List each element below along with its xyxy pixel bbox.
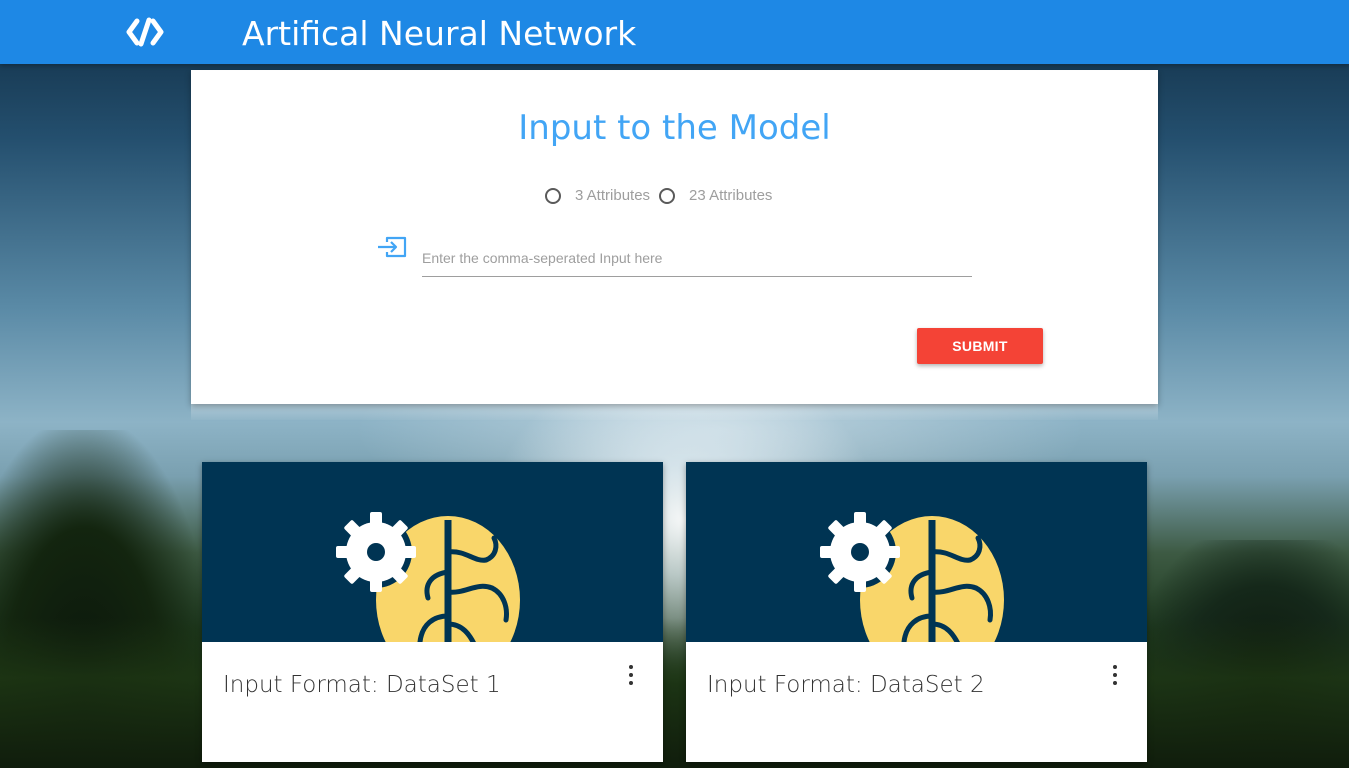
brain-gear-icon (820, 512, 1004, 642)
brain-gear-icon (336, 512, 520, 642)
attribute-radio-group: 3 Attributes 23 Attributes (545, 187, 781, 204)
submit-button[interactable]: SUBMIT (917, 328, 1043, 364)
code-brackets-icon[interactable] (126, 16, 164, 48)
radio-23-attributes[interactable]: 23 Attributes (659, 187, 772, 204)
dataset-card-2[interactable]: Input Format: DataSet 2 (686, 462, 1147, 762)
more-vert-icon[interactable] (625, 665, 637, 685)
dataset-card-title: Input Format: DataSet 2 (707, 672, 985, 698)
input-arrow-icon (377, 235, 407, 259)
dataset-card-image (202, 462, 663, 642)
radio-button-icon[interactable] (545, 187, 561, 204)
dataset-card-1[interactable]: Input Format: DataSet 1 (202, 462, 663, 762)
dataset-card-image (686, 462, 1147, 642)
radio-button-icon[interactable] (659, 187, 676, 204)
card-heading: Input to the Model (518, 108, 831, 148)
top-app-bar: Artifical Neural Network (0, 0, 1349, 64)
dataset-card-title: Input Format: DataSet 1 (223, 672, 501, 698)
card-divider (191, 404, 1158, 420)
radio-3-attributes[interactable]: 3 Attributes (545, 187, 650, 204)
comma-separated-input[interactable] (422, 240, 972, 277)
app-title: Artifical Neural Network (242, 14, 637, 53)
radio-label: 3 Attributes (575, 187, 651, 204)
model-input-card: Input to the Model 3 Attributes 23 Attri… (191, 70, 1158, 404)
radio-label: 23 Attributes (689, 187, 773, 204)
more-vert-icon[interactable] (1109, 665, 1121, 685)
